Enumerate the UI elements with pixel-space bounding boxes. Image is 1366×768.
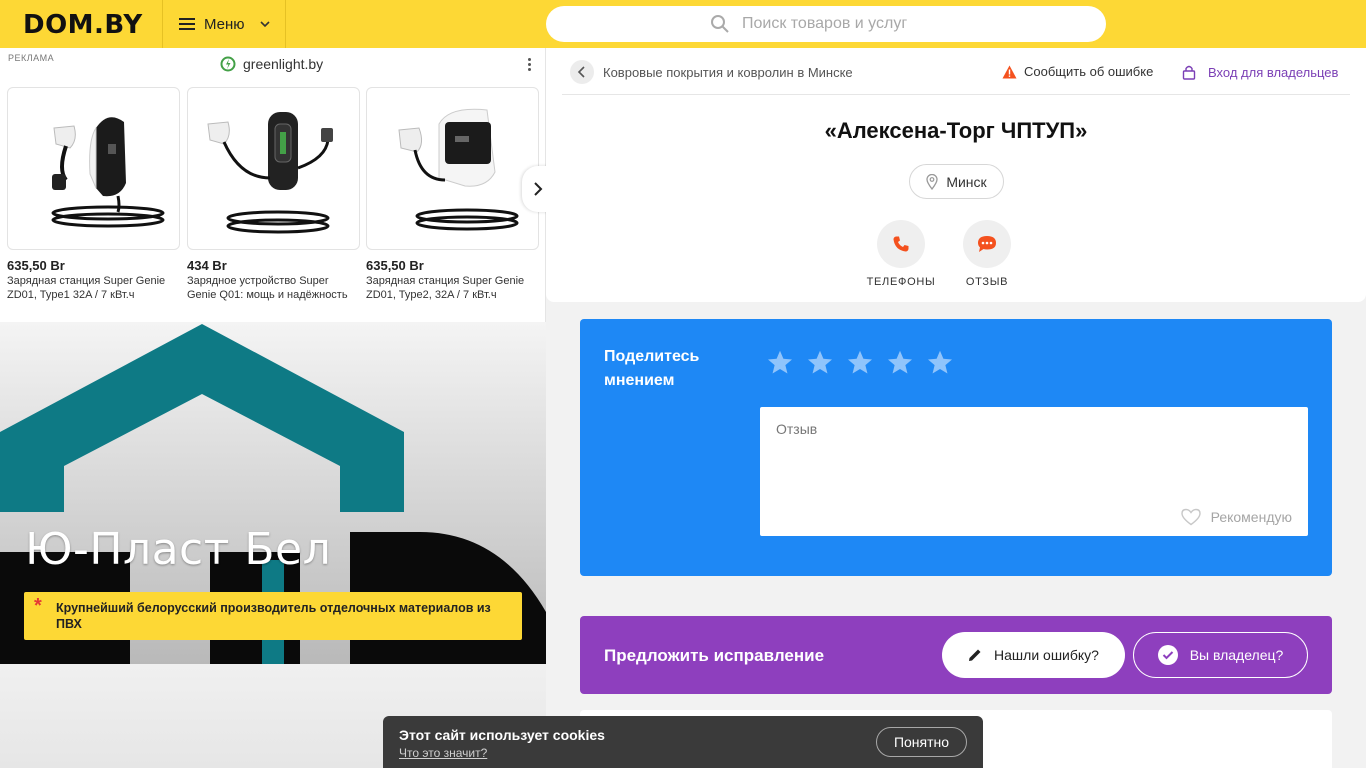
review-box: Рекомендую	[760, 407, 1308, 536]
suggest-correction: Предложить исправление Нашли ошибку? Вы …	[580, 616, 1332, 694]
search-icon	[711, 15, 729, 33]
search-bar[interactable]	[546, 6, 1106, 42]
chat-bubble-icon	[978, 236, 996, 252]
pencil-icon	[969, 649, 981, 661]
suggest-title: Предложить исправление	[604, 646, 825, 665]
star-icon[interactable]	[806, 349, 834, 377]
cookie-info-link[interactable]: Что это значит?	[399, 746, 487, 760]
product-price: 635,50 Br	[7, 258, 65, 273]
city-chip[interactable]: Минск	[909, 164, 1004, 199]
more-options-icon[interactable]	[524, 56, 534, 74]
review-label: ОТЗЫВ	[965, 276, 1009, 288]
greenlight-logo-icon	[220, 56, 236, 72]
asterisk-icon: *	[34, 595, 42, 617]
check-circle-icon	[1157, 645, 1178, 665]
search-input[interactable]	[742, 15, 942, 33]
ad-label: РЕКЛАМА	[8, 53, 55, 63]
chevron-right-icon	[534, 182, 543, 196]
recommend-label: Рекомендую	[1210, 509, 1292, 525]
product-price: 434 Br	[187, 258, 227, 273]
report-error-label: Сообщить об ошибке	[1024, 64, 1154, 79]
cookie-text: Этот сайт использует cookies	[399, 727, 605, 743]
ad-product-card[interactable]: 635,50 Br Зарядная станция Super Genie Z…	[7, 87, 180, 302]
chevron-left-icon	[577, 66, 585, 78]
review-circle	[963, 220, 1011, 268]
hamburger-icon	[179, 18, 195, 30]
phones-circle	[877, 220, 925, 268]
product-price: 635,50 Br	[366, 258, 424, 273]
phone-icon	[893, 236, 909, 252]
heart-icon	[1180, 508, 1201, 526]
city-label: Минск	[946, 173, 987, 190]
star-icon[interactable]	[846, 349, 874, 377]
menu-button[interactable]: Меню	[162, 0, 286, 48]
phones-label: ТЕЛЕФОНЫ	[866, 276, 936, 288]
owner-login-link[interactable]: Вход для владельцев	[1182, 64, 1338, 80]
star-icon[interactable]	[886, 349, 914, 377]
company-card: Ковровые покрытия и ковролин в Минске Со…	[546, 48, 1366, 302]
divider	[562, 94, 1350, 95]
review-textarea[interactable]	[776, 421, 1292, 491]
product-image	[187, 87, 360, 250]
rating-stars[interactable]	[766, 349, 966, 377]
recommend-toggle[interactable]: Рекомендую	[1180, 508, 1292, 526]
product-description: Зарядная станция Super Genie ZD01, Type1…	[7, 275, 166, 301]
ad-product-card[interactable]: 434 Br Зарядное устройство Super Genie Q…	[187, 87, 360, 302]
promo-banner[interactable]: Ю-Пласт Бел * Крупнейший белорусский про…	[0, 322, 546, 664]
banner-note-text: Крупнейший белорусский производитель отд…	[56, 601, 491, 631]
ad-block: РЕКЛАМА greenlight.by 635,50 Br Зарядная…	[0, 48, 554, 322]
cookie-banner: Этот сайт использует cookies Что это зна…	[383, 716, 983, 768]
company-title: «Алексена-Торг ЧПТУП»	[824, 118, 1088, 143]
chevron-down-icon	[259, 21, 270, 28]
product-description: Зарядная станция Super Genie ZD01, Type2…	[366, 275, 525, 301]
found-error-button[interactable]: Нашли ошибку?	[942, 632, 1125, 678]
product-description: Зарядное устройство Super Genie Q01: мощ…	[187, 275, 348, 301]
lock-icon	[1182, 65, 1196, 80]
found-error-label: Нашли ошибку?	[994, 647, 1099, 663]
review-title: Поделитесь мнением	[604, 348, 700, 389]
product-image	[366, 87, 539, 250]
breadcrumb[interactable]: Ковровые покрытия и ковролин в Минске	[603, 65, 853, 80]
back-button[interactable]	[570, 60, 594, 84]
are-owner-label: Вы владелец?	[1189, 647, 1284, 663]
phones-button[interactable]: ТЕЛЕФОНЫ	[866, 220, 936, 288]
report-error-link[interactable]: Сообщить об ошибке	[1002, 64, 1153, 79]
site-logo[interactable]: DOM.BY	[23, 10, 143, 40]
star-icon[interactable]	[766, 349, 794, 377]
cookie-accept-button[interactable]: Понятно	[876, 727, 967, 757]
review-form: Поделитесь мнением Рекомендую	[580, 319, 1332, 576]
star-icon[interactable]	[926, 349, 954, 377]
review-button[interactable]: ОТЗЫВ	[952, 220, 1022, 288]
product-image	[7, 87, 180, 250]
owner-login-label: Вход для владельцев	[1208, 64, 1339, 80]
banner-title: Ю-Пласт Бел	[25, 524, 332, 575]
menu-label: Меню	[204, 15, 245, 33]
warning-icon	[1002, 65, 1017, 78]
header: DOM.BY Меню	[0, 0, 1366, 48]
ad-brand-name: greenlight.by	[243, 56, 324, 72]
location-pin-icon	[926, 173, 938, 190]
are-owner-button[interactable]: Вы владелец?	[1133, 632, 1308, 678]
banner-note: * Крупнейший белорусский производитель о…	[24, 592, 522, 640]
ad-brand[interactable]: greenlight.by	[220, 56, 323, 72]
ad-product-card[interactable]: 635,50 Br Зарядная станция Super Genie Z…	[366, 87, 539, 302]
